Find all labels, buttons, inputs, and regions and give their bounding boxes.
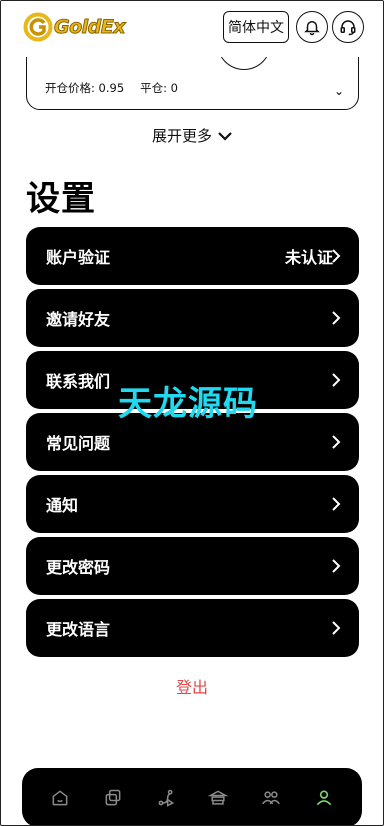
- nav-route[interactable]: [154, 786, 178, 810]
- expand-more-link[interactable]: 展开更多: [1, 125, 383, 146]
- home-icon: [52, 789, 68, 805]
- bank-icon: [208, 789, 229, 805]
- settings-item-change-language[interactable]: 更改语言: [26, 599, 359, 657]
- nav-community[interactable]: [259, 786, 283, 810]
- chevron-right-icon: [332, 559, 341, 573]
- page-title: 设置: [26, 179, 96, 219]
- profile-icon: [316, 790, 331, 805]
- expand-more-label: 展开更多: [151, 127, 212, 145]
- close-count: 平仓: 0: [140, 81, 178, 95]
- settings-item-label: 常见问题: [46, 434, 111, 453]
- support-button[interactable]: [332, 11, 364, 43]
- nav-home[interactable]: [48, 786, 72, 810]
- settings-list: 账户验证 未认证 邀请好友 联系我们 常见问题 通知 更改密码 更改语言: [26, 227, 359, 661]
- settings-item-change-password[interactable]: 更改密码: [26, 537, 359, 595]
- settings-item-label: 更改语言: [46, 620, 111, 639]
- chevron-right-icon: [332, 435, 341, 449]
- app-frame: 开仓价格: 0.95 平仓: 0 ⌄ GoldEx 简体中文 展开更多 设置 账…: [0, 0, 384, 826]
- nav-profile[interactable]: [312, 786, 336, 810]
- nav-copy[interactable]: [101, 786, 125, 810]
- position-info: 开仓价格: 0.95 平仓: 0: [45, 80, 178, 96]
- chevron-right-icon: [332, 249, 341, 263]
- bottom-nav: [22, 768, 362, 825]
- chevron-right-icon: [332, 497, 341, 511]
- chevron-down-icon: [218, 131, 232, 141]
- bell-icon: [304, 21, 320, 36]
- settings-item-label: 账户验证: [46, 248, 111, 267]
- logout-button[interactable]: 登出: [1, 674, 383, 698]
- watermark-text: 天龙源码: [118, 384, 258, 424]
- route-icon: [158, 789, 174, 807]
- settings-item-label: 联系我们: [46, 372, 111, 391]
- open-price: 开仓价格: 0.95: [45, 81, 125, 95]
- logo[interactable]: GoldEx: [23, 11, 127, 43]
- chevron-right-icon: [332, 621, 341, 635]
- settings-item-invite-friends[interactable]: 邀请好友: [26, 289, 359, 347]
- chevron-right-icon: [332, 311, 341, 325]
- copy-icon: [105, 789, 121, 805]
- settings-item-label: 通知: [46, 496, 79, 515]
- verification-status: 未认证: [284, 248, 333, 267]
- chevron-right-icon: [332, 373, 341, 387]
- notifications-button[interactable]: [296, 11, 328, 43]
- users-icon: [262, 790, 280, 804]
- top-header: GoldEx 简体中文: [1, 1, 383, 57]
- nav-bank[interactable]: [206, 786, 230, 810]
- logo-mark-icon: [23, 12, 53, 42]
- logo-text: GoldEx: [54, 16, 127, 39]
- settings-item-notifications[interactable]: 通知: [26, 475, 359, 533]
- language-button[interactable]: 简体中文: [223, 11, 289, 43]
- headset-icon: [340, 20, 356, 36]
- settings-item-label: 邀请好友: [46, 310, 111, 329]
- chevron-down-icon[interactable]: ⌄: [334, 84, 344, 98]
- settings-item-label: 更改密码: [46, 558, 111, 577]
- settings-item-account-verification[interactable]: 账户验证 未认证: [26, 227, 359, 285]
